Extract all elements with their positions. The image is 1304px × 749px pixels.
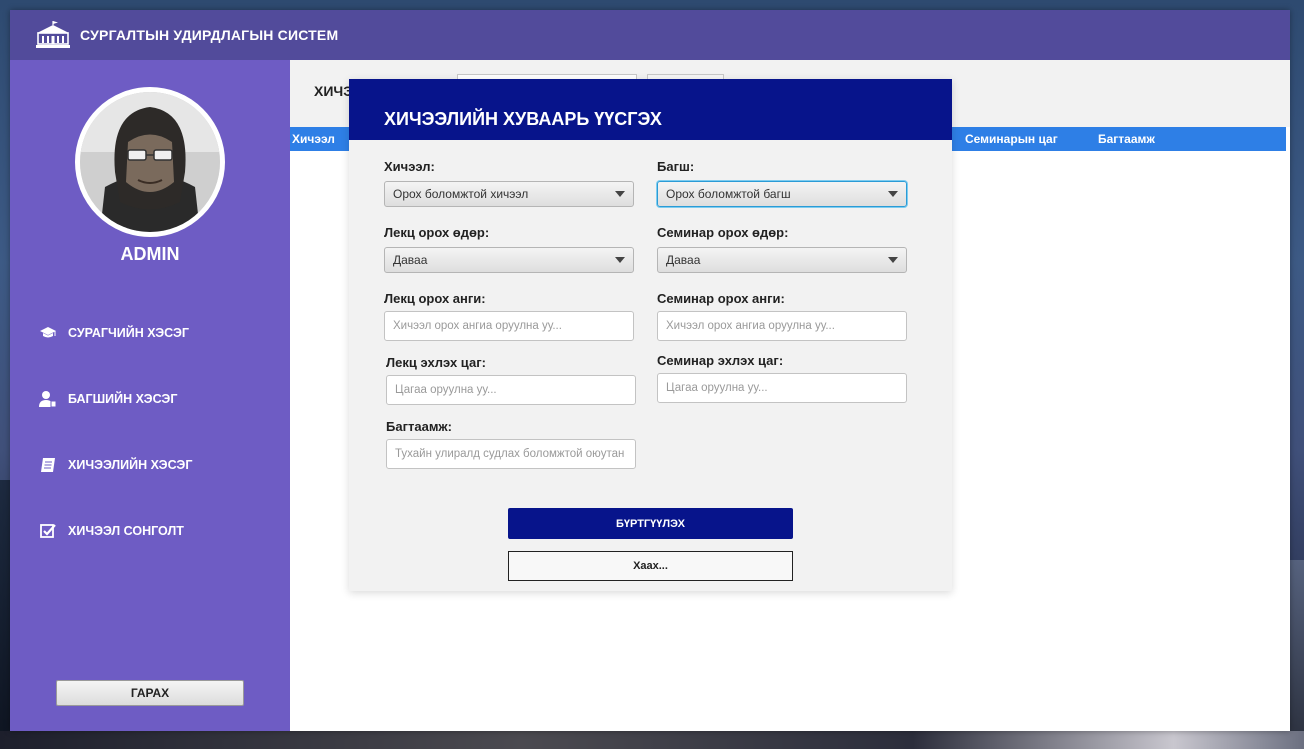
lecture-room-label: Лекц орох анги: [384, 291, 486, 306]
app-title: СУРГАЛТЫН УДИРДЛАГЫН СИСТЕМ [80, 27, 339, 43]
page-title: ХИЧЭ [314, 83, 354, 99]
course-select-value: Орох боломжтой хичээл [393, 187, 529, 201]
chevron-down-icon [888, 257, 898, 263]
title-bar: СУРГАЛТЫН УДИРДЛАГЫН СИСТЕМ [10, 10, 1290, 60]
sidebar-item-courses[interactable]: ХИЧЭЭЛИЙН ХЭСЭГ [38, 451, 278, 479]
column-header-seminar-time[interactable]: Семинарын цаг [965, 132, 1058, 146]
lecture-day-value: Даваа [393, 253, 428, 267]
school-building-icon [34, 20, 72, 50]
sidebar-item-label: ХИЧЭЭЛИЙН ХЭСЭГ [68, 458, 193, 472]
sidebar-item-label: СУРАГЧИЙН ХЭСЭГ [68, 326, 190, 340]
sidebar-item-label: ХИЧЭЭЛ СОНГОЛТ [68, 524, 184, 538]
course-label: Хичээл: [384, 159, 435, 174]
avatar [75, 87, 225, 237]
register-button[interactable]: БҮРТГҮҮЛЭХ [508, 508, 793, 539]
seminar-room-label: Семинар орох анги: [657, 291, 785, 306]
sidebar-item-teachers[interactable]: БАГШИЙН ХЭСЭГ [38, 385, 278, 413]
sidebar-item-students[interactable]: СУРАГЧИЙН ХЭСЭГ [38, 319, 278, 347]
logout-button[interactable]: ГАРАХ [56, 680, 244, 706]
capacity-input[interactable] [386, 439, 636, 469]
lecture-time-input[interactable] [386, 375, 636, 405]
column-header-capacity[interactable]: Багтаамж [1098, 132, 1155, 146]
close-button[interactable]: Хаах... [508, 551, 793, 581]
graduation-cap-icon [38, 323, 58, 343]
capacity-label: Багтаамж: [386, 419, 452, 434]
user-name: ADMIN [120, 244, 180, 264]
course-select[interactable]: Орох боломжтой хичээл [384, 181, 634, 207]
dialog-header: ХИЧЭЭЛИЙН ХУВААРЬ ҮҮСГЭХ [349, 79, 952, 140]
lecture-time-label: Лекц эхлэх цаг: [386, 355, 486, 370]
column-header-course[interactable]: Хичээл [292, 132, 335, 146]
sidebar: ADMIN СУРАГЧИЙН ХЭСЭГ БАГШИЙН ХЭСЭГ ХИЧЭ… [10, 60, 290, 731]
teacher-icon [38, 389, 58, 409]
chevron-down-icon [888, 191, 898, 197]
lecture-day-label: Лекц орох өдөр: [384, 225, 490, 240]
teacher-label: Багш: [657, 159, 695, 174]
create-schedule-dialog: ХИЧЭЭЛИЙН ХУВААРЬ ҮҮСГЭХ Хичээл: Орох бо… [349, 79, 952, 591]
sidebar-item-course-selection[interactable]: ХИЧЭЭЛ СОНГОЛТ [38, 517, 278, 545]
desktop-background-right [1288, 560, 1304, 749]
desktop-background-bottom [0, 731, 1304, 749]
lecture-day-select[interactable]: Даваа [384, 247, 634, 273]
seminar-time-input[interactable] [657, 373, 907, 403]
seminar-day-value: Даваа [666, 253, 701, 267]
lecture-room-input[interactable] [384, 311, 634, 341]
checkbox-icon [38, 521, 58, 541]
seminar-room-input[interactable] [657, 311, 907, 341]
dialog-title: ХИЧЭЭЛИЙН ХУВААРЬ ҮҮСГЭХ [384, 109, 662, 129]
teacher-select-value: Орох боломжтой багш [666, 187, 791, 201]
seminar-day-select[interactable]: Даваа [657, 247, 907, 273]
teacher-select[interactable]: Орох боломжтой багш [657, 181, 907, 207]
book-icon [38, 455, 58, 475]
sidebar-item-label: БАГШИЙН ХЭСЭГ [68, 392, 178, 406]
seminar-day-label: Семинар орох өдөр: [657, 225, 789, 240]
chevron-down-icon [615, 257, 625, 263]
seminar-time-label: Семинар эхлэх цаг: [657, 353, 784, 368]
chevron-down-icon [615, 191, 625, 197]
